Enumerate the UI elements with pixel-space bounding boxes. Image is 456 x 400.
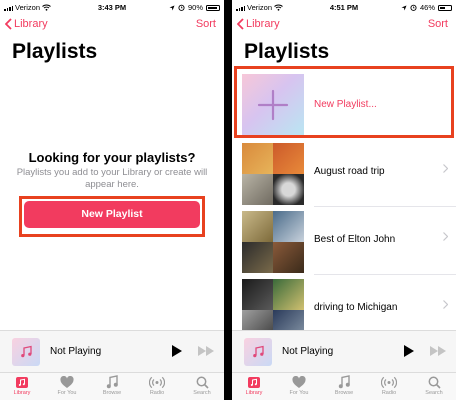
- screenshot-divider: [224, 0, 232, 400]
- location-icon: [401, 5, 407, 10]
- search-icon: [428, 376, 441, 389]
- chevron-right-icon: [443, 164, 448, 173]
- mini-player[interactable]: Not Playing: [232, 330, 456, 372]
- status-bar: Verizon 4:51 PM 46%: [232, 0, 456, 14]
- tab-library[interactable]: Library: [234, 374, 274, 396]
- tab-label: Browse: [334, 390, 354, 396]
- tab-for-you[interactable]: For You: [47, 374, 87, 396]
- alarm-icon: [410, 4, 417, 11]
- mini-player-artwork: [12, 338, 40, 366]
- playlist-artwork: [242, 143, 304, 205]
- chevron-right-icon: [443, 300, 448, 309]
- tab-browse[interactable]: Browse: [324, 374, 364, 396]
- back-label: Library: [14, 18, 48, 30]
- left-screen: Verizon 3:43 PM 90% Library Sort Playlis…: [0, 0, 224, 400]
- status-bar: Verizon 3:43 PM 90%: [0, 0, 224, 14]
- tab-label: Search: [425, 390, 443, 396]
- heart-icon: [60, 375, 74, 388]
- tab-label: Browse: [102, 390, 122, 396]
- back-label: Library: [246, 18, 280, 30]
- fast-forward-icon[interactable]: [430, 346, 446, 356]
- music-note-icon: [106, 375, 118, 389]
- back-button[interactable]: Library: [5, 18, 48, 30]
- play-icon[interactable]: [172, 345, 182, 357]
- search-icon: [196, 376, 209, 389]
- mini-player[interactable]: Not Playing: [0, 330, 224, 372]
- tab-label: Search: [193, 390, 211, 396]
- tab-label: For You: [289, 390, 309, 396]
- radio-icon: [381, 376, 397, 388]
- tab-label: Library: [13, 390, 31, 396]
- battery-percent: 46%: [419, 3, 435, 12]
- chevron-right-icon: [443, 232, 448, 241]
- play-icon[interactable]: [404, 345, 414, 357]
- battery-icon: [206, 4, 220, 11]
- library-icon: [248, 377, 260, 388]
- tab-label: Radio: [149, 390, 165, 396]
- nav-bar: Library Sort: [0, 16, 224, 34]
- tab-radio[interactable]: Radio: [369, 374, 409, 396]
- sort-button[interactable]: Sort: [196, 18, 216, 30]
- alarm-icon: [178, 4, 185, 11]
- now-playing-title: Not Playing: [282, 346, 334, 357]
- music-note-icon: [338, 375, 350, 389]
- playlist-name: August road trip: [314, 166, 385, 177]
- highlight-box: [234, 66, 454, 138]
- fast-forward-icon[interactable]: [198, 346, 214, 356]
- right-screen: Verizon 4:51 PM 46% Library Sort Playlis…: [232, 0, 456, 400]
- playlist-name: driving to Michigan: [314, 302, 398, 313]
- tab-radio[interactable]: Radio: [137, 374, 177, 396]
- mini-player-artwork: [244, 338, 272, 366]
- tab-label: Radio: [381, 390, 397, 396]
- tab-bar: Library For You Browse Radio Search: [232, 372, 456, 400]
- playlist-row[interactable]: August road trip: [232, 141, 456, 207]
- empty-state-heading: Looking for your playlists?: [28, 150, 196, 165]
- tab-browse[interactable]: Browse: [92, 374, 132, 396]
- playlist-name: Best of Elton John: [314, 234, 396, 245]
- back-button[interactable]: Library: [237, 18, 280, 30]
- tab-search[interactable]: Search: [414, 374, 454, 396]
- playlist-artwork: [242, 211, 304, 273]
- location-icon: [169, 5, 175, 10]
- empty-state-body: Playlists you add to your Library or cre…: [16, 167, 208, 190]
- tab-label: Library: [245, 390, 263, 396]
- playlist-row[interactable]: Best of Elton John: [232, 209, 456, 275]
- radio-icon: [149, 376, 165, 388]
- page-title: Playlists: [244, 40, 330, 63]
- page-title: Playlists: [12, 40, 98, 63]
- battery-icon: [438, 4, 452, 11]
- sort-button[interactable]: Sort: [428, 18, 448, 30]
- tab-library[interactable]: Library: [2, 374, 42, 396]
- chevron-left-icon: [5, 18, 12, 30]
- nav-bar: Library Sort: [232, 16, 456, 34]
- new-playlist-button[interactable]: New Playlist: [24, 201, 200, 228]
- tab-bar: Library For You Browse Radio Search: [0, 372, 224, 400]
- music-note-icon: [253, 345, 264, 358]
- library-icon: [16, 377, 28, 388]
- now-playing-title: Not Playing: [50, 346, 102, 357]
- heart-icon: [292, 375, 306, 388]
- chevron-left-icon: [237, 18, 244, 30]
- tab-label: For You: [57, 390, 77, 396]
- music-note-icon: [21, 345, 32, 358]
- tab-search[interactable]: Search: [182, 374, 222, 396]
- tab-for-you[interactable]: For You: [279, 374, 319, 396]
- battery-percent: 90%: [187, 3, 203, 12]
